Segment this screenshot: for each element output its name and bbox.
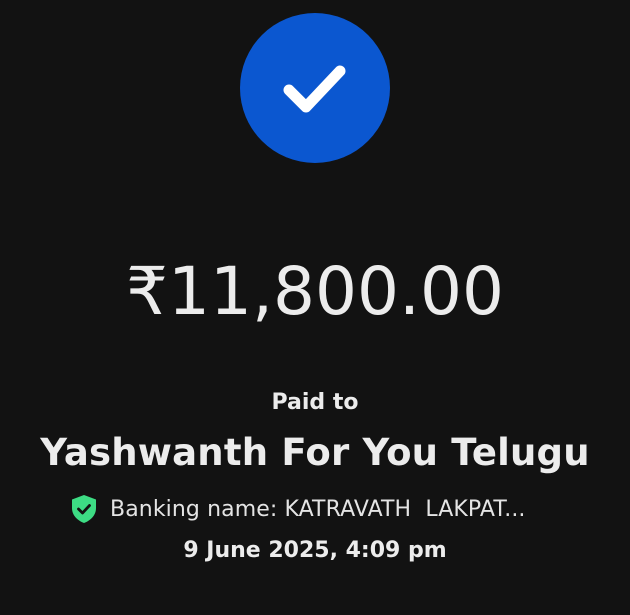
paid-to-label: Paid to (271, 390, 359, 415)
banking-name-text: Banking name: KATRAVATH LAKPAT... (110, 496, 526, 522)
payee-name: Yashwanth For You Telugu (40, 431, 590, 474)
verified-shield-icon (72, 495, 96, 523)
success-status-circle (240, 13, 390, 163)
check-icon (283, 65, 346, 113)
transaction-date-time: 9 June 2025, 4:09 pm (183, 538, 447, 563)
payment-amount: ₹11,800.00 (126, 253, 504, 330)
banking-name-row: Banking name: KATRAVATH LAKPAT... (70, 494, 526, 524)
